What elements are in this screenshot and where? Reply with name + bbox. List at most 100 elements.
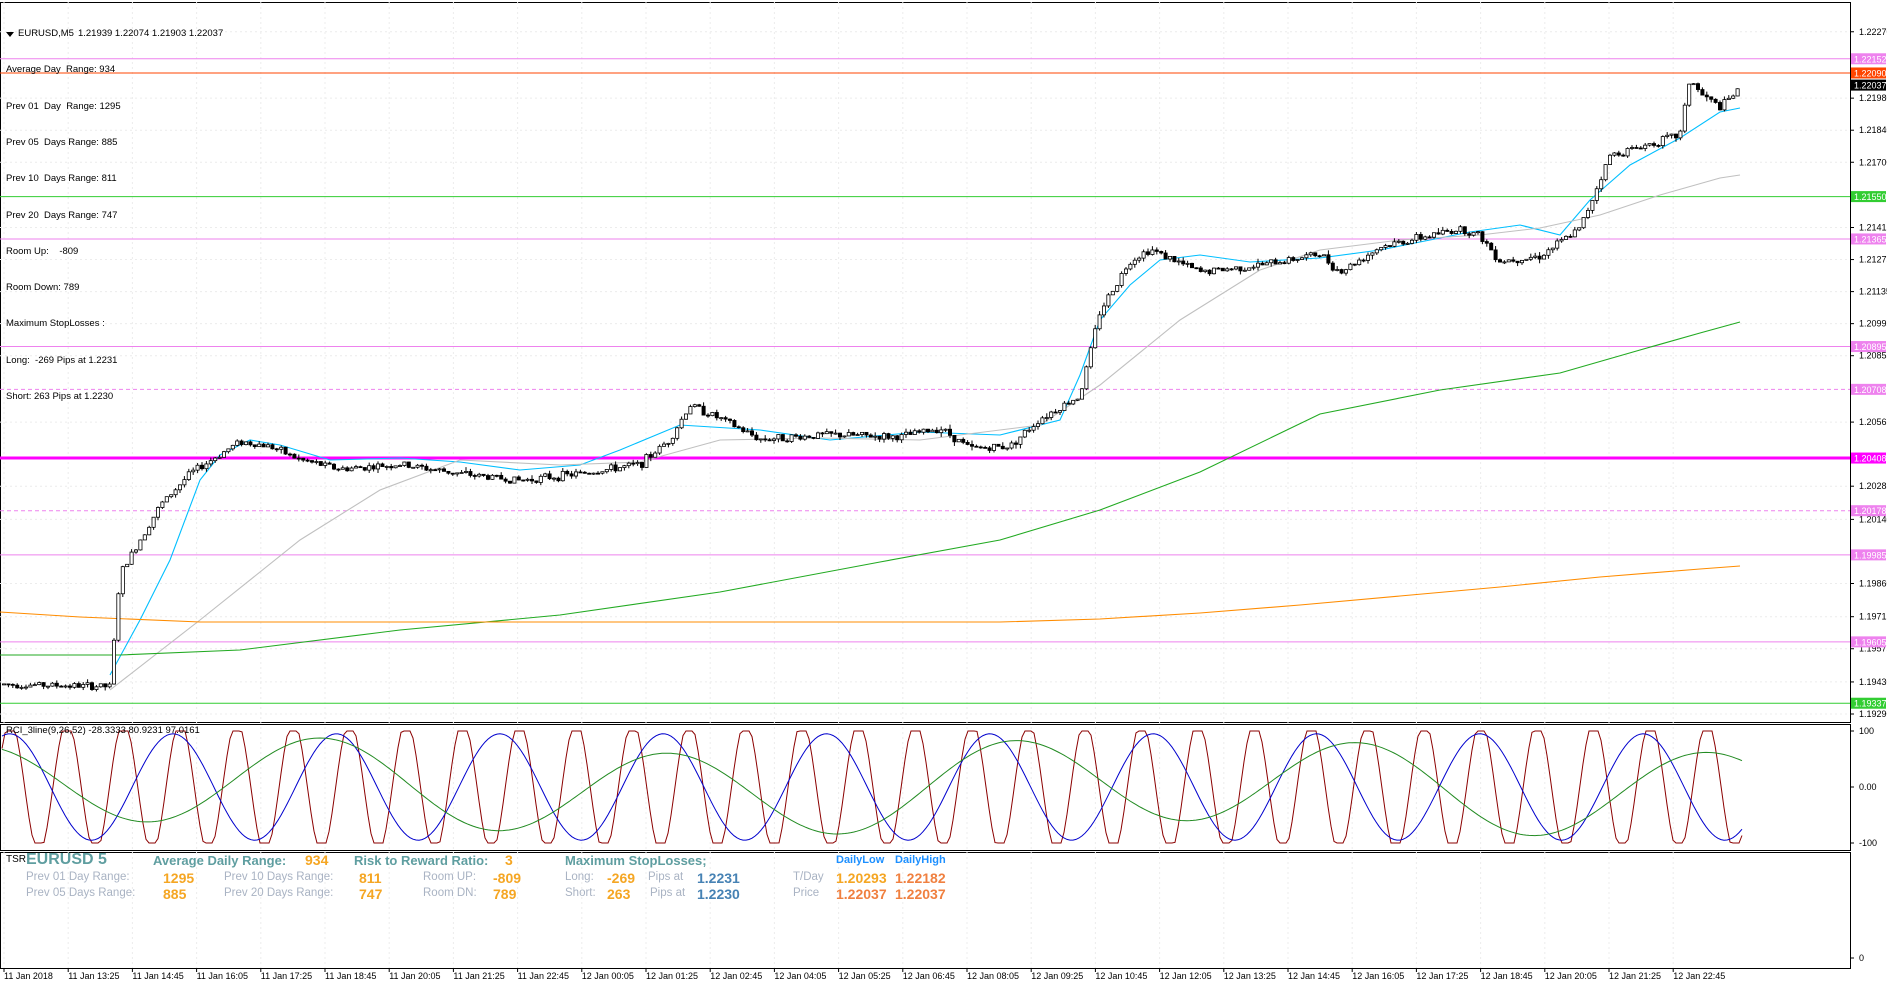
candle-bear [1194,267,1199,270]
candle-bull [147,526,152,536]
time-tick-label: 11 Jan 18:45 [325,971,376,981]
candle-bull [745,430,750,433]
candle-bull [1414,234,1419,241]
price-badge-label: 1.19985 [1854,550,1887,560]
candle-bear [706,414,711,417]
candle-bull [675,427,680,439]
candle-bear [877,435,882,440]
time-tick-label: 12 Jan 14:45 [1288,971,1340,981]
candle-bear [1427,236,1432,239]
room-up-label: Room UP: [423,871,477,883]
time-tick-label: 12 Jan 00:05 [582,971,634,981]
candle-bear [1159,251,1164,254]
candle-bull [463,471,468,473]
candle-bull [160,501,165,508]
candle-bear [336,468,341,471]
tsr-symbol: EURUSD 5 [26,851,107,868]
time-tick-label: 11 Jan 2018 [4,971,53,981]
candle-bull [204,463,209,470]
candle-bull [19,686,24,689]
candle-bear [1489,242,1494,251]
chart-canvas[interactable]: 1.22270 1.21980 1.21840 1.21700 1.21415 1.212… [0,0,1887,984]
candle-bull [235,440,240,446]
candle-bear [1638,147,1643,150]
candle-bear [926,428,931,433]
rci-tick-label: 0.00 [1859,782,1877,792]
room-dn-value: 789 [493,886,517,902]
candle-bear [1462,226,1467,235]
candle-bull [169,494,174,498]
candle-bull [375,463,380,470]
candle-bull [1669,133,1674,136]
time-tick-label: 11 Jan 14:45 [132,971,183,981]
candle-bull [107,683,112,688]
candle-bull [1559,239,1564,242]
candle-bear [1216,267,1221,270]
candle-bull [789,434,794,442]
pips-at-value: 1.2231 [697,870,740,886]
candle-bull [1577,227,1582,231]
candle-bull [1520,259,1525,264]
prev10-label: Prev 10 Days Range: [224,871,334,883]
candle-bull [1295,259,1300,261]
candle-bull [1071,399,1076,405]
candle-bear [1388,245,1393,247]
candle-bear [1418,234,1423,240]
price-tick-label: 1.21980 [1859,93,1887,103]
candle-bull [1005,447,1010,450]
candle-bull [428,469,433,472]
candle-bear [1172,256,1177,263]
candle-bull [23,686,28,689]
candle-bear [424,465,429,471]
candle-bull [666,442,671,445]
candle-bear [1053,411,1058,414]
candle-bear [1696,83,1701,90]
time-tick-label: 12 Jan 21:25 [1609,971,1661,981]
candle-bear [59,685,64,688]
candle-bull [688,406,693,415]
candle-bull [1344,269,1349,274]
candle-bull [142,534,147,541]
candle-bull [151,516,156,528]
candle-bull [512,476,517,484]
rci-tick-label: -100 [1859,838,1877,848]
time-tick-label: 11 Jan 13:25 [68,971,119,981]
candle-bull [1128,263,1133,270]
collapse-triangle-icon[interactable] [6,31,14,37]
candle-bull [956,438,961,443]
candle-bear [1537,255,1542,260]
candle-bull [63,685,68,688]
candle-bull [397,465,402,467]
candle-bear [296,457,301,460]
candle-bull [415,464,420,468]
prev01-label: Prev 01 Day Range: [26,871,130,883]
candle-bear [1674,133,1679,139]
candle-bear [829,431,834,434]
candle-bear [1291,257,1296,261]
candle-bull [1203,269,1208,272]
candle-bear [1467,233,1472,236]
candle-bull [1150,249,1155,255]
candle-bull [552,477,557,480]
candle-bear [917,430,922,433]
candle-bull [1062,402,1067,411]
candle-bear [472,475,477,477]
candle-bull [1542,254,1547,260]
candle-bull [1625,148,1630,157]
candle-bull [384,466,389,468]
candle-bear [499,474,504,480]
candle-bull [600,471,605,474]
candle-bull [353,466,358,469]
candle-bull [1722,99,1727,111]
candle-bear [358,466,363,469]
candle-bear [248,441,253,446]
rr-label: Risk to Reward Ratio: [354,853,489,868]
candle-bear [1198,267,1203,272]
candle-bull [1110,290,1115,296]
tsr-tag: TSR [6,854,26,865]
candle-bull [1581,217,1586,229]
candle-bull [662,443,667,447]
candle-bull [618,467,623,472]
candle-bear [494,474,499,477]
chart-window[interactable]: 1.22270 1.21980 1.21840 1.21700 1.21415 1.212… [0,0,1887,984]
